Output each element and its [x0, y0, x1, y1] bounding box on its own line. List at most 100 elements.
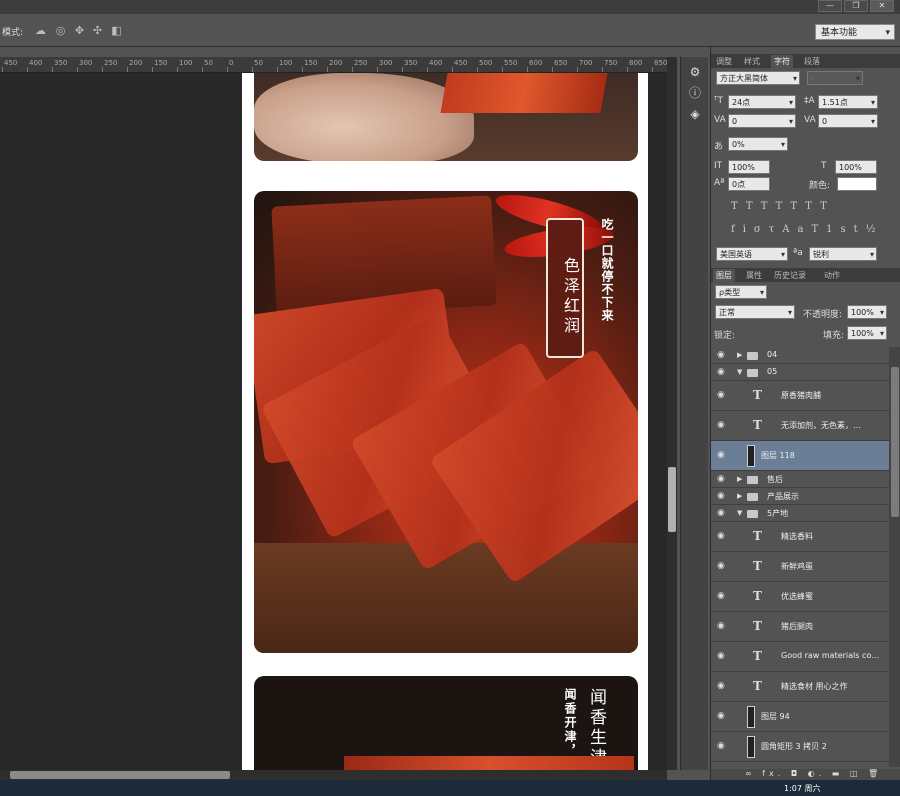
ruler-tick-label: 350 [404, 59, 418, 67]
eye-icon[interactable]: ◉ [717, 390, 725, 400]
workspace-select[interactable]: 基本功能 [815, 24, 895, 41]
faux-style-buttons[interactable]: TTTTTTT [731, 201, 835, 212]
lock-label: 锁定: [714, 331, 736, 341]
ruler-tick-label: 150 [154, 59, 168, 67]
font-style-select[interactable]: - [807, 71, 863, 86]
minimize-button[interactable]: — [818, 0, 842, 12]
layer-row[interactable]: ◉ 圆角矩形 3 拷贝 2 [711, 732, 889, 762]
eye-icon[interactable]: ◉ [717, 491, 725, 501]
chevron-right-icon[interactable]: ▶ [737, 351, 742, 359]
baseline-shift-field[interactable]: 0点 [728, 177, 770, 191]
layer-row[interactable]: ◉ T 无添加剂，无色素，… [711, 411, 889, 441]
layer-row[interactable]: ◉ T 猪后腿肉 [711, 612, 889, 642]
eye-icon[interactable]: ◉ [717, 621, 725, 631]
text-color-swatch[interactable] [837, 177, 877, 191]
layer-row[interactable]: ◉ ▼ 05 [711, 364, 889, 381]
blend-mode-select[interactable]: 正常 [715, 305, 795, 320]
slide-3d-icon[interactable]: ✣ [91, 24, 104, 37]
kerning-field[interactable]: 0 [728, 114, 796, 129]
chevron-down-icon[interactable]: ▼ [737, 509, 742, 517]
language-select[interactable]: 美国英语 [716, 247, 788, 262]
layer-row[interactable]: ◉ 图层 94 [711, 702, 889, 732]
layers-footer-buttons[interactable]: ∞ fx. ◘ ◐. ▬ ◫ 🗑 [711, 769, 900, 780]
eye-icon[interactable]: ◉ [717, 651, 725, 661]
scrollbar-thumb[interactable] [891, 367, 899, 517]
tab-actions[interactable]: 动作 [821, 269, 843, 282]
layers-scrollbar[interactable] [889, 347, 900, 767]
document-canvas[interactable]: 色泽红润 吃一口就停不下来 闻香生津 闻香开津， [242, 73, 648, 770]
horizontal-scale-field[interactable]: 100% [835, 160, 877, 174]
font-size-field[interactable]: 24点 [728, 95, 796, 110]
layer-filter-select[interactable]: ρ类型 [715, 285, 767, 300]
scrollbar-thumb[interactable] [10, 771, 230, 779]
text-layer-icon: T [753, 529, 762, 543]
opacity-field[interactable]: 100% [847, 305, 887, 320]
layer-row[interactable]: ◉ T Good raw materials co… [711, 642, 889, 672]
layer-row[interactable]: ◉ T 精选食材 用心之作 [711, 672, 889, 702]
3d-cube-icon[interactable]: ◈ [686, 105, 704, 123]
canvas-area[interactable]: 色泽红润 吃一口就停不下来 闻香生津 闻香开津， [0, 73, 667, 770]
layer-row[interactable]: ◉ ▶ 产品展示 [711, 488, 889, 505]
eye-icon[interactable]: ◉ [717, 711, 725, 721]
eye-icon[interactable]: ◉ [717, 350, 725, 360]
tab-layers[interactable]: 图层 [713, 269, 735, 282]
fill-field[interactable]: 100% [847, 326, 887, 341]
text-layer-icon: T [753, 679, 762, 693]
canvas-horizontal-scrollbar[interactable] [0, 770, 667, 780]
layer-row[interactable]: ◉ 图层 118 [711, 441, 889, 471]
folder-icon [747, 510, 758, 518]
tab-paragraph[interactable]: 段落 [801, 55, 823, 68]
leading-icon: ‡A [804, 96, 815, 106]
shape-layer-icon [747, 736, 755, 758]
rotate-3d-icon[interactable]: ☁ [34, 24, 47, 37]
eye-icon[interactable]: ◉ [717, 420, 725, 430]
antialias-select[interactable]: 锐利 [809, 247, 877, 262]
tab-history[interactable]: 历史记录 [771, 269, 809, 282]
layer-row[interactable]: ◉ T 原香猪肉脯 [711, 381, 889, 411]
taskbar-clock: 1:07 周六 [784, 784, 821, 793]
font-family-select[interactable]: 方正大黑简体 [716, 71, 800, 86]
layer-thumbnail-icon [747, 706, 755, 728]
tab-styles[interactable]: 样式 [741, 55, 763, 68]
eye-icon[interactable]: ◉ [717, 591, 725, 601]
ruler-tick-label: 0 [229, 59, 234, 67]
tsume-field[interactable]: 0% [728, 137, 788, 152]
vertical-scale-field[interactable]: 100% [728, 160, 770, 174]
layer-row[interactable]: ◉ ▶ 售后 [711, 471, 889, 488]
text-layer-icon: T [753, 418, 762, 432]
eye-icon[interactable]: ◉ [717, 741, 725, 751]
eye-icon[interactable]: ◉ [717, 681, 725, 691]
eye-icon[interactable]: ◉ [717, 450, 725, 460]
leading-field[interactable]: 1.51点 [818, 95, 878, 110]
close-button[interactable]: ✕ [870, 0, 894, 12]
eye-icon[interactable]: ◉ [717, 561, 725, 571]
ruler-tick-label: 300 [79, 59, 93, 67]
chevron-right-icon[interactable]: ▶ [737, 492, 742, 500]
layer-row[interactable]: ◉ T 新鲜鸡蛋 [711, 552, 889, 582]
ruler-tick-label: 800 [629, 59, 643, 67]
layer-row[interactable]: ◉ ▼ 5产地 [711, 505, 889, 522]
tool-presets-icon[interactable]: ⚙ [686, 63, 704, 81]
layer-row[interactable]: ◉ T 优选蜂蜜 [711, 582, 889, 612]
tab-properties[interactable]: 属性 [743, 269, 765, 282]
eye-icon[interactable]: ◉ [717, 474, 725, 484]
tab-character[interactable]: 字符 [771, 55, 793, 68]
eye-icon[interactable]: ◉ [717, 531, 725, 541]
scrollbar-thumb[interactable] [668, 467, 676, 532]
restore-button[interactable]: ❐ [844, 0, 868, 12]
eye-icon[interactable]: ◉ [717, 508, 725, 518]
chevron-down-icon[interactable]: ▼ [737, 368, 742, 376]
pan-3d-icon[interactable]: ✥ [73, 24, 86, 37]
tab-adjustments[interactable]: 调整 [713, 55, 735, 68]
layer-row[interactable]: ◉ ▶ 04 [711, 347, 889, 364]
chevron-right-icon[interactable]: ▶ [737, 475, 742, 483]
canvas-vertical-scrollbar[interactable] [667, 57, 677, 770]
roll-3d-icon[interactable]: ◎ [54, 24, 67, 37]
layer-row[interactable]: ◉ T 精选香料 [711, 522, 889, 552]
tracking-field[interactable]: 0 [818, 114, 878, 129]
layer-name: 优选蜂蜜 [781, 592, 813, 601]
eye-icon[interactable]: ◉ [717, 367, 725, 377]
opentype-buttons[interactable]: fiστAaT1st½ [731, 224, 883, 235]
info-icon[interactable]: ⓘ [686, 84, 704, 102]
scale-3d-icon[interactable]: ◧ [110, 24, 123, 37]
